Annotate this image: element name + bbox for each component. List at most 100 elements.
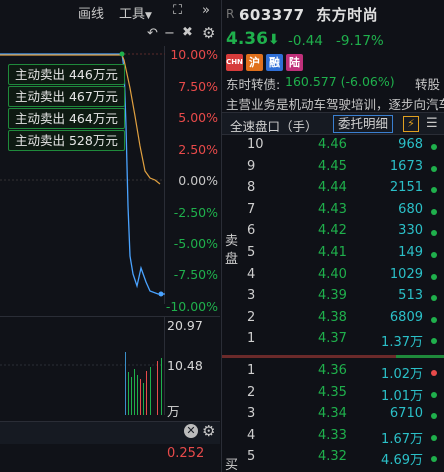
bid-level-row[interactable]: 5 4.32 4.69万 xyxy=(222,449,444,470)
ask-level-number: 10 xyxy=(247,137,264,152)
volume-bar xyxy=(143,383,144,415)
last-price-dot xyxy=(158,291,164,297)
hk-connect-badge[interactable]: 陆 xyxy=(286,54,303,71)
bid-level-row[interactable]: 4 4.33 1.67万 xyxy=(222,428,444,449)
ask-level-number: 6 xyxy=(247,223,256,239)
activity-dot-icon xyxy=(431,316,437,323)
volume-bar xyxy=(161,358,162,415)
convertible-bond-value[interactable]: 160.577 (-6.06%) xyxy=(285,74,395,89)
bid-level-number: 4 xyxy=(247,427,256,443)
bid-quantity: 1.02万 xyxy=(381,367,423,382)
book-spread-divider xyxy=(222,355,444,358)
ask-level-row[interactable]: 2 4.38 6809 xyxy=(222,310,444,331)
tools-label: 工具 xyxy=(119,7,146,22)
back-icon[interactable]: ↶ xyxy=(147,26,158,41)
collapse-panel-icon[interactable]: » xyxy=(202,3,210,18)
volume-plot-svg xyxy=(0,352,165,415)
bid-price: 4.32 xyxy=(318,449,347,465)
bid-level-row[interactable]: 3 4.34 6710 xyxy=(222,406,444,427)
pct-axis-label: 2.50% xyxy=(178,142,218,157)
close-icon[interactable]: ✖ xyxy=(182,25,193,40)
ask-price: 4.45 xyxy=(318,158,347,174)
ask-quantity: 513 xyxy=(398,288,423,304)
ask-level-row[interactable]: 1 4.37 1.37万 xyxy=(222,331,444,352)
draw-line-button[interactable]: 画线 xyxy=(78,3,104,22)
activity-dot-icon xyxy=(431,370,437,376)
bid-price: 4.36 xyxy=(318,363,347,378)
ask-quantity: 6809 xyxy=(389,309,423,325)
fullscreen-icon[interactable]: ⛶ xyxy=(173,3,182,18)
sh-badge[interactable]: 沪 xyxy=(246,54,263,71)
volume-bar xyxy=(150,367,151,415)
trade-tag[interactable]: 主动卖出 528万元 xyxy=(8,130,125,151)
ask-price: 4.43 xyxy=(318,201,347,217)
settings-icon[interactable]: ⚙ xyxy=(202,24,215,42)
ask-level-row[interactable]: 5 4.41 149 xyxy=(222,245,444,266)
activity-dot-icon xyxy=(431,208,437,215)
pct-axis-label: -7.50% xyxy=(173,267,218,282)
ask-level-row[interactable]: 8 4.44 2151 xyxy=(222,180,444,201)
activity-dot-icon xyxy=(431,413,437,420)
volume-bar xyxy=(157,361,158,415)
convert-shares-link[interactable]: 转股 xyxy=(415,74,440,93)
volume-bar xyxy=(137,375,138,415)
bid-level-number: 5 xyxy=(247,449,256,465)
price-change: -0.44 xyxy=(288,33,323,49)
app-window: 画线 工具▼ ⛶ » ↶ − ✖ ⚙ 主动卖出 446万元 主动卖出 467万元… xyxy=(0,0,444,472)
pct-axis-label: -5.00% xyxy=(173,236,218,251)
ask-level-number: 3 xyxy=(247,288,256,304)
pct-axis-label: 7.50% xyxy=(178,79,218,94)
ask-quantity: 2151 xyxy=(389,180,423,196)
pct-axis-label: 5.00% xyxy=(178,110,218,125)
volume-bar xyxy=(125,352,126,415)
bid-quantity: 4.69万 xyxy=(381,453,423,469)
volume-axis-mid: 10.48 xyxy=(167,358,203,373)
arrow-down-icon: ⬇ xyxy=(267,32,280,48)
volume-bar xyxy=(140,379,141,415)
tab-full-orderbook[interactable]: 全速盘口（手） xyxy=(230,116,318,135)
trade-tag[interactable]: 主动卖出 446万元 xyxy=(8,64,125,85)
activity-dot-icon xyxy=(431,456,437,463)
volume-bar xyxy=(128,372,129,415)
business-description: 主营业务是机动车驾驶培训，逐步向汽车服务 xyxy=(226,97,444,112)
indicator-settings-icon[interactable]: ⚙ xyxy=(202,422,215,440)
lightning-icon[interactable]: ⚡ xyxy=(403,116,419,132)
ask-quantity: 149 xyxy=(398,245,423,260)
activity-dot-icon xyxy=(431,338,437,345)
activity-dot-icon xyxy=(431,434,437,441)
volume-axis-unit: 万 xyxy=(167,404,180,419)
bid-level-number: 3 xyxy=(247,406,256,422)
menu-icon[interactable]: ☰ xyxy=(426,116,438,131)
margin-badge[interactable]: 融 xyxy=(266,54,283,71)
price-change-pct: -9.17% xyxy=(336,33,384,49)
ask-level-row[interactable]: 10 4.46 968 xyxy=(222,137,444,158)
activity-dot-icon xyxy=(431,165,437,172)
tools-menu[interactable]: 工具▼ xyxy=(119,3,152,22)
ask-level-row[interactable]: 6 4.42 330 xyxy=(222,223,444,244)
ask-price: 4.44 xyxy=(318,180,347,196)
ask-price: 4.41 xyxy=(318,245,347,260)
minus-icon[interactable]: − xyxy=(164,26,175,41)
bid-price: 4.34 xyxy=(318,406,347,422)
bid-level-row[interactable]: 2 4.35 1.01万 xyxy=(222,385,444,406)
activity-dot-icon xyxy=(431,187,437,194)
bid-level-row[interactable]: 1 4.36 1.02万 xyxy=(222,363,444,384)
ask-level-row[interactable]: 7 4.43 680 xyxy=(222,202,444,223)
trade-tag[interactable]: 主动卖出 467万元 xyxy=(8,86,125,107)
pct-axis-label: 0.00% xyxy=(178,173,218,188)
close-indicator-icon[interactable]: ✕ xyxy=(184,424,198,438)
last-price: 4.36⬇ xyxy=(226,29,280,49)
activity-dot-icon xyxy=(431,144,437,150)
tab-order-detail[interactable]: 委托明细 xyxy=(333,115,394,133)
chn-badge[interactable]: CHN xyxy=(226,54,243,71)
ask-level-row[interactable]: 3 4.39 513 xyxy=(222,288,444,309)
bid-price: 4.33 xyxy=(318,427,347,443)
price-cursor-dot xyxy=(119,51,125,57)
r-tag: R xyxy=(226,7,235,21)
ask-level-row[interactable]: 9 4.45 1673 xyxy=(222,159,444,180)
bid-level-number: 1 xyxy=(247,363,256,378)
activity-dot-icon xyxy=(431,295,437,302)
ask-level-row[interactable]: 4 4.40 1029 xyxy=(222,267,444,288)
stock-title: 603377 东方时尚 xyxy=(239,4,378,25)
trade-tag[interactable]: 主动卖出 464万元 xyxy=(8,108,125,129)
